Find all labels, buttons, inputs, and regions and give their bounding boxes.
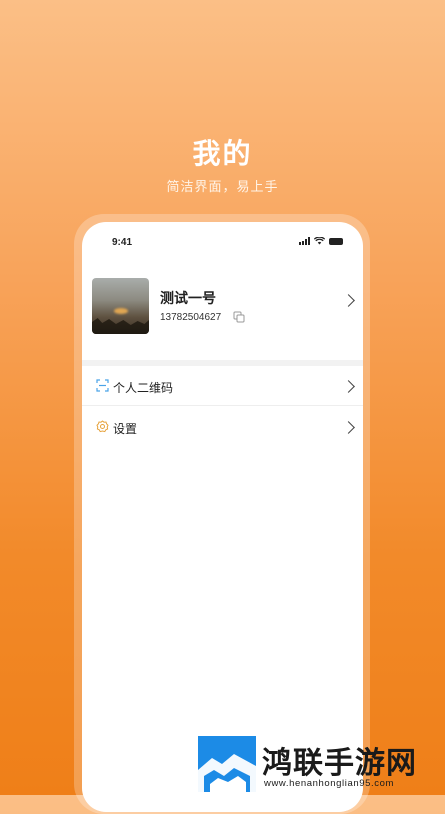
battery-icon	[329, 238, 343, 245]
watermark-url: www.henanhonglian95.com	[264, 778, 394, 789]
watermark: 鸿联手游网 www.henanhonglian95.com	[196, 736, 445, 795]
copy-icon[interactable]	[233, 311, 245, 323]
profile-phone: 13782504627	[160, 312, 222, 323]
chevron-right-icon	[342, 380, 355, 393]
wifi-icon	[314, 237, 325, 245]
profile-card[interactable]: 测试一号 13782504627	[82, 270, 363, 350]
hero-subtitle: 简洁界面，易上手	[166, 180, 279, 195]
status-bar: 9:41	[82, 222, 363, 258]
menu-item-label: 设置	[113, 422, 138, 436]
gear-icon	[96, 420, 109, 433]
menu-item-qr-code[interactable]: 个人二维码	[82, 366, 363, 406]
hero-title: 我的	[192, 137, 253, 170]
qr-scan-icon	[96, 379, 109, 392]
menu-item-settings[interactable]: 设置	[82, 407, 363, 447]
phone-screen: 9:41 测试一号 13782504627 个人二维码 设置	[82, 222, 363, 812]
profile-name: 测试一号	[160, 291, 216, 307]
chevron-right-icon	[342, 294, 355, 307]
signal-icon	[299, 237, 310, 245]
status-icons	[299, 237, 343, 245]
menu-item-label: 个人二维码	[113, 381, 174, 395]
watermark-logo-icon	[198, 736, 256, 792]
watermark-name: 鸿联手游网	[262, 746, 417, 781]
status-time: 9:41	[112, 237, 133, 248]
avatar[interactable]	[92, 278, 149, 334]
row-divider	[82, 405, 363, 406]
chevron-right-icon	[342, 421, 355, 434]
